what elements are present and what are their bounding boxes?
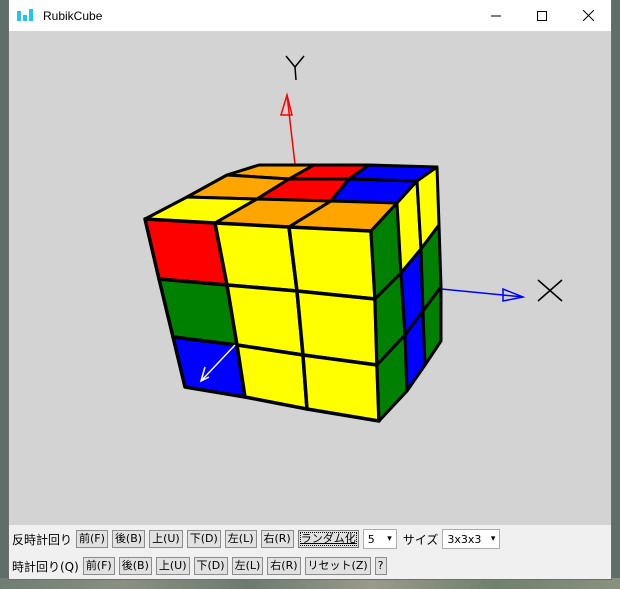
cw-row: 時計回り(Q) 前(F) 後(B) 上(U) 下(D) 左(L) 右(R) リセ… (12, 554, 391, 578)
y-axis (279, 55, 305, 174)
ccw-label: 反時計回り (12, 532, 73, 547)
random-count-select[interactable]: 5 ▾ (362, 529, 397, 549)
ccw-front-button[interactable]: 前(F) (76, 530, 108, 548)
window-title: RubikCube (43, 8, 103, 23)
size-value: 3x3x3 (447, 532, 482, 546)
controls-panel: 反時計回り 前(F) 後(B) 上(U) 下(D) 左(L) 右(R) ランダム… (9, 525, 611, 579)
size-label: サイズ (402, 532, 439, 547)
minimize-button[interactable] (473, 0, 519, 31)
cw-down-button[interactable]: 下(D) (193, 557, 228, 575)
x-axis-label (537, 279, 563, 302)
app-window: RubikCube 反時計回り 前(F) 後(B) 上(U) 下(D) 左(L)… (8, 0, 612, 580)
cube-front-face (143, 217, 381, 423)
cw-up-button[interactable]: 上(U) (155, 557, 190, 575)
ccw-right-button[interactable]: 右(R) (260, 530, 294, 548)
close-button[interactable] (565, 0, 611, 31)
title-bar[interactable]: RubikCube (9, 0, 611, 31)
cw-label: 時計回り(Q) (12, 559, 79, 574)
close-icon (582, 10, 594, 21)
ccw-left-button[interactable]: 左(L) (224, 530, 257, 548)
random-count-value: 5 (367, 532, 375, 546)
ccw-row: 反時計回り 前(F) 後(B) 上(U) 下(D) 左(L) 右(R) ランダム… (12, 527, 506, 551)
cube-scene[interactable] (9, 31, 611, 525)
chevron-down-icon: ▾ (490, 534, 496, 544)
size-select[interactable]: 3x3x3 ▾ (442, 529, 501, 549)
minimize-icon (491, 15, 501, 16)
cw-left-button[interactable]: 左(L) (231, 557, 264, 575)
chevron-down-icon: ▾ (387, 534, 392, 544)
cw-back-button[interactable]: 後(B) (118, 557, 152, 575)
app-icon (17, 8, 33, 21)
cw-right-button[interactable]: 右(R) (267, 557, 301, 575)
help-button[interactable]: ? (374, 557, 387, 575)
ccw-back-button[interactable]: 後(B) (111, 530, 146, 548)
randomize-button[interactable]: ランダム化 (297, 530, 359, 548)
y-axis-label (285, 55, 305, 81)
cw-front-button[interactable]: 前(F) (82, 557, 115, 575)
ccw-up-button[interactable]: 上(U) (149, 530, 183, 548)
3d-viewport[interactable] (9, 31, 611, 525)
ccw-down-button[interactable]: 下(D) (186, 530, 221, 548)
maximize-icon (537, 10, 547, 21)
reset-button[interactable]: リセット(Z) (304, 557, 371, 575)
maximize-button[interactable] (519, 0, 565, 31)
